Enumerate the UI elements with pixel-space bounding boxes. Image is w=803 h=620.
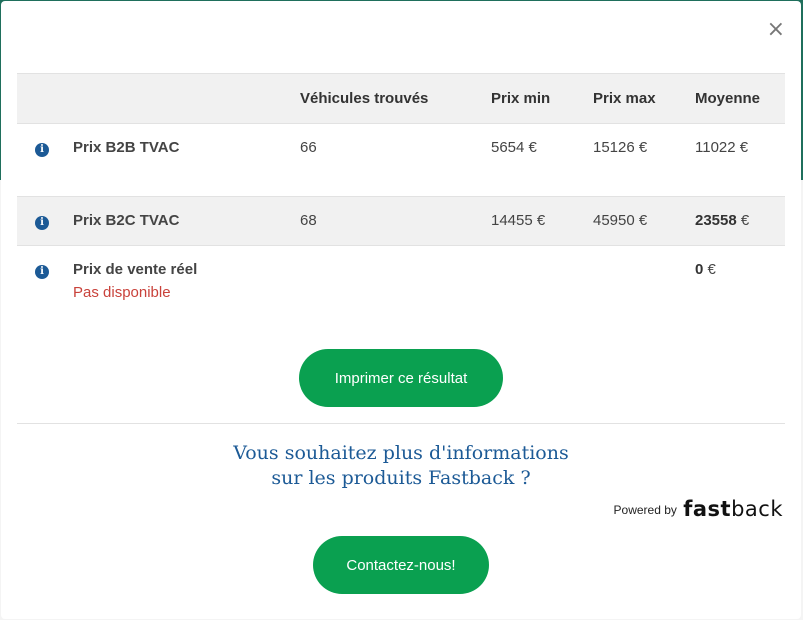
row-label: Prix B2C TVAC <box>73 196 300 246</box>
vehicles-found-value: 66 <box>300 139 317 156</box>
info-icon[interactable]: i <box>35 216 49 230</box>
header-vehicles-found: Véhicules trouvés <box>300 73 491 124</box>
divider <box>17 423 785 424</box>
table-row: i Prix de vente réel Pas disponible 0 € <box>17 246 785 312</box>
status-unavailable: Pas disponible <box>73 284 171 301</box>
results-modal: × Véhicules trouvés Prix min Prix max Mo… <box>1 1 801 619</box>
table-row: i Prix B2C TVAC 68 14455 € 45950 € 23558… <box>17 196 785 246</box>
max-price-value: 15126 € <box>593 139 648 156</box>
header-label-col <box>73 73 300 124</box>
average-number: 23558 <box>695 212 737 229</box>
row-label: Prix de vente réel <box>73 261 198 278</box>
promo-text: Vous souhaitez plus d'informations sur l… <box>17 441 785 491</box>
results-table: Véhicules trouvés Prix min Prix max Moye… <box>17 73 785 312</box>
promo-line-2: sur les produits Fastback ? <box>271 467 531 489</box>
contact-us-button[interactable]: Contactez-nous! <box>313 536 489 594</box>
powered-by: Powered by fastback <box>614 497 783 521</box>
max-price-value: 45950 € <box>593 196 695 246</box>
min-price-value: 14455 € <box>491 196 593 246</box>
vehicles-found-value: 68 <box>300 196 491 246</box>
min-price-value: 5654 € <box>491 139 537 156</box>
row-label: Prix B2B TVAC <box>73 139 180 156</box>
fastback-logo: fastback <box>683 497 783 521</box>
header-average: Moyenne <box>695 73 785 124</box>
average-value: 0 € <box>695 246 785 312</box>
info-icon[interactable]: i <box>35 143 49 157</box>
average-unit: € <box>703 261 716 278</box>
table-row: i Prix B2B TVAC 66 5654 € 15126 € 11022 … <box>17 124 785 197</box>
powered-by-label: Powered by <box>613 503 677 517</box>
header-min-price: Prix min <box>491 73 593 124</box>
header-icon-col <box>17 73 73 124</box>
print-result-button[interactable]: Imprimer ce résultat <box>299 349 503 407</box>
average-value: 23558 € <box>695 196 785 246</box>
average-value: 11022 € <box>695 139 749 156</box>
promo-line-1: Vous souhaitez plus d'informations <box>233 442 569 464</box>
header-max-price: Prix max <box>593 73 695 124</box>
table-header-row: Véhicules trouvés Prix min Prix max Moye… <box>17 73 785 124</box>
average-unit: € <box>736 212 750 229</box>
info-icon[interactable]: i <box>35 265 49 279</box>
close-icon[interactable]: × <box>767 19 785 41</box>
